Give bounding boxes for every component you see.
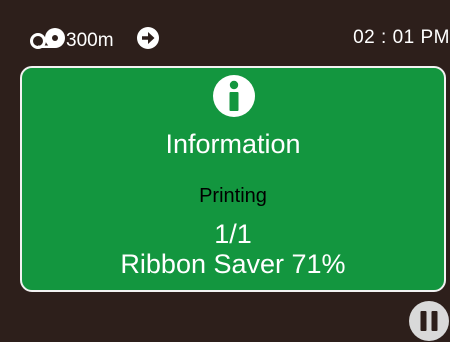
pause-icon[interactable] xyxy=(409,301,449,341)
clock: 02 : 01 PM xyxy=(353,27,450,48)
printer-display: 300m 02 : 01 PM Information Printing 1/1… xyxy=(0,0,450,342)
ribbon-roll-icon xyxy=(30,28,65,49)
arrow-right-circle-icon xyxy=(137,27,159,49)
ribbon-saver-text: Ribbon Saver 71% xyxy=(120,249,346,279)
job-status: Printing xyxy=(199,185,267,207)
ribbon-length: 300m xyxy=(66,30,114,51)
pause-button[interactable] xyxy=(408,300,450,342)
panel-title: Information xyxy=(165,129,301,159)
information-panel: Information Printing 1/1 Ribbon Saver 71… xyxy=(20,66,446,292)
info-icon xyxy=(213,75,255,117)
page-count: 1/1 xyxy=(214,219,252,249)
status-bar: 300m 02 : 01 PM xyxy=(0,0,450,66)
